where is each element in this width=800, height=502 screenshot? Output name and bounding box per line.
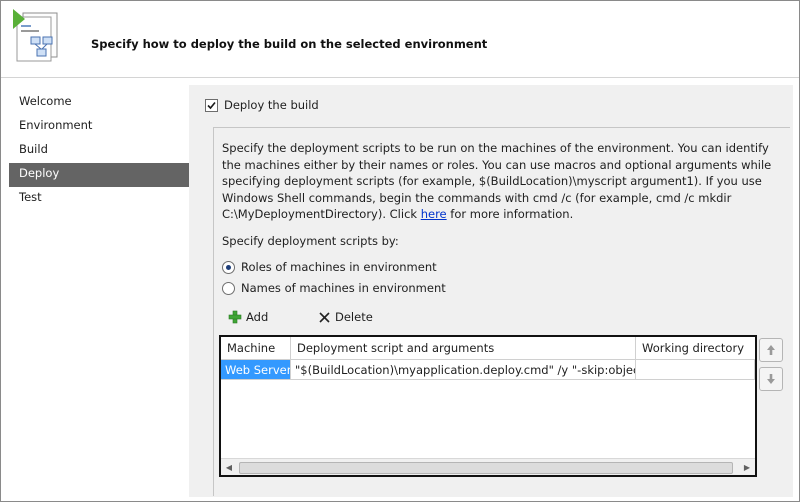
names-radio[interactable]	[222, 281, 235, 295]
arrow-down-icon	[767, 374, 775, 384]
scroll-right-icon[interactable]: ▶	[739, 459, 755, 475]
delete-x-icon	[319, 311, 330, 323]
move-up-button[interactable]	[759, 338, 783, 362]
wizard-steps-sidebar: Welcome Environment Build Deploy Test	[9, 91, 189, 211]
deployment-wizard-icon	[9, 7, 61, 65]
deployment-scripts-grid[interactable]: Machine Deployment script and arguments …	[219, 335, 757, 477]
column-header-machine[interactable]: Machine	[221, 337, 291, 359]
sidebar-item-deploy[interactable]: Deploy	[9, 163, 189, 187]
names-radio-label[interactable]: Names of machines in environment	[241, 281, 446, 295]
deploy-build-checkbox[interactable]	[205, 98, 218, 112]
delete-button-label: Delete	[335, 310, 373, 324]
column-header-working-directory[interactable]: Working directory	[636, 337, 755, 359]
script-cell[interactable]: "$(BuildLocation)\myapplication.deploy.c…	[291, 360, 636, 380]
scroll-left-icon[interactable]: ◀	[221, 459, 237, 475]
add-button[interactable]: Add	[228, 310, 268, 324]
checkmark-icon	[207, 101, 216, 109]
move-down-button[interactable]	[759, 367, 783, 391]
specify-by-label: Specify deployment scripts by:	[222, 234, 399, 248]
wizard-window: Specify how to deploy the build on the s…	[0, 0, 800, 502]
radio-selected-dot	[226, 264, 231, 270]
sidebar-item-build[interactable]: Build	[9, 139, 189, 163]
plus-icon	[228, 310, 242, 324]
machine-cell[interactable]: Web Server	[221, 360, 291, 380]
deploy-build-label[interactable]: Deploy the build	[224, 98, 319, 112]
radio-names-row[interactable]: Names of machines in environment	[222, 281, 446, 295]
grid-header-row: Machine Deployment script and arguments …	[221, 337, 755, 360]
workdir-cell[interactable]	[636, 360, 755, 380]
deployment-description: Specify the deployment scripts to be run…	[222, 140, 778, 223]
roles-radio-label[interactable]: Roles of machines in environment	[241, 260, 437, 274]
description-text-end: for more information.	[446, 207, 574, 221]
add-button-label: Add	[246, 310, 269, 324]
column-header-script[interactable]: Deployment script and arguments	[291, 337, 636, 359]
deployment-scripts-panel: Specify the deployment scripts to be run…	[213, 127, 790, 496]
header-divider	[1, 77, 799, 78]
table-row[interactable]: Web Server "$(BuildLocation)\myapplicati…	[221, 360, 755, 380]
delete-button[interactable]: Delete	[318, 310, 373, 324]
wizard-header: Specify how to deploy the build on the s…	[1, 1, 799, 79]
radio-roles-row[interactable]: Roles of machines in environment	[222, 260, 437, 274]
sidebar-item-welcome[interactable]: Welcome	[9, 91, 189, 115]
sidebar-item-test[interactable]: Test	[9, 187, 189, 211]
roles-radio[interactable]	[222, 260, 235, 274]
arrow-up-icon	[767, 345, 775, 355]
deploy-content-area: Deploy the build Specify the deployment …	[189, 85, 793, 497]
horizontal-scrollbar[interactable]: ◀ ▶	[221, 458, 755, 475]
deploy-build-checkbox-row[interactable]: Deploy the build	[205, 98, 319, 112]
sidebar-item-environment[interactable]: Environment	[9, 115, 189, 139]
page-title: Specify how to deploy the build on the s…	[91, 37, 488, 51]
help-link[interactable]: here	[421, 207, 447, 221]
scrollbar-thumb[interactable]	[239, 462, 733, 474]
